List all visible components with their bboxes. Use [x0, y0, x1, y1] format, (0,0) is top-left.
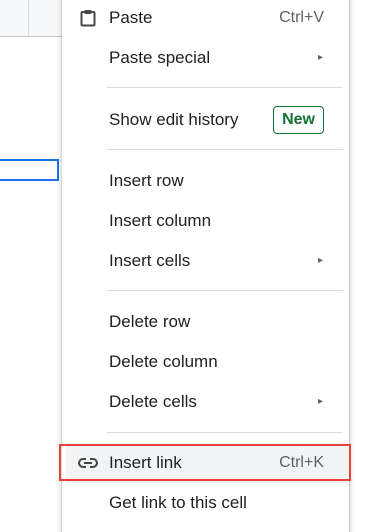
new-badge: New: [273, 106, 324, 134]
menu-separator: [107, 149, 343, 150]
menu-item-get-link-to-cell[interactable]: Get link to this cell: [62, 483, 349, 523]
annotation-highlight-box: [59, 444, 351, 481]
menu-item-label: Get link to this cell: [109, 493, 247, 512]
menu-item-label: Insert column: [109, 211, 212, 230]
spreadsheet-viewport: Paste Ctrl+V Paste special ▸ Show edit h…: [0, 0, 367, 532]
submenu-arrow-icon: ▸: [317, 52, 323, 63]
menu-item-label: Show edit history: [109, 110, 239, 129]
menu-item-delete-cells[interactable]: Delete cells ▸: [62, 382, 349, 422]
menu-item-paste[interactable]: Paste Ctrl+V: [62, 0, 349, 38]
menu-item-label: Insert cells: [109, 251, 191, 270]
menu-item-label: Delete cells: [109, 392, 197, 411]
menu-item-label: Delete row: [109, 312, 191, 331]
submenu-arrow-icon: ▸: [317, 396, 323, 407]
sheet-header-fragment: [0, 0, 62, 37]
menu-item-label: Insert row: [109, 171, 184, 190]
menu-item-label: Paste: [109, 8, 153, 27]
menu-item-delete-column[interactable]: Delete column: [62, 342, 349, 382]
menu-item-label: Delete column: [109, 352, 218, 371]
menu-item-insert-column[interactable]: Insert column: [62, 201, 349, 241]
menu-item-label: Paste special: [109, 48, 211, 67]
submenu-arrow-icon: ▸: [317, 255, 323, 266]
menu-item-delete-row[interactable]: Delete row: [62, 302, 349, 342]
shortcut-text: Ctrl+V: [279, 9, 324, 26]
menu-item-insert-cells[interactable]: Insert cells ▸: [62, 241, 349, 281]
menu-separator: [107, 432, 343, 433]
menu-separator: [107, 290, 343, 291]
menu-item-show-edit-history[interactable]: Show edit history New: [62, 100, 349, 140]
selected-cell[interactable]: [0, 159, 59, 181]
menu-separator: [107, 87, 343, 88]
sheet-right-edge: [349, 0, 367, 532]
clipboard-icon: [76, 0, 100, 38]
menu-item-paste-special[interactable]: Paste special ▸: [62, 38, 349, 78]
menu-item-insert-row[interactable]: Insert row: [62, 161, 349, 201]
